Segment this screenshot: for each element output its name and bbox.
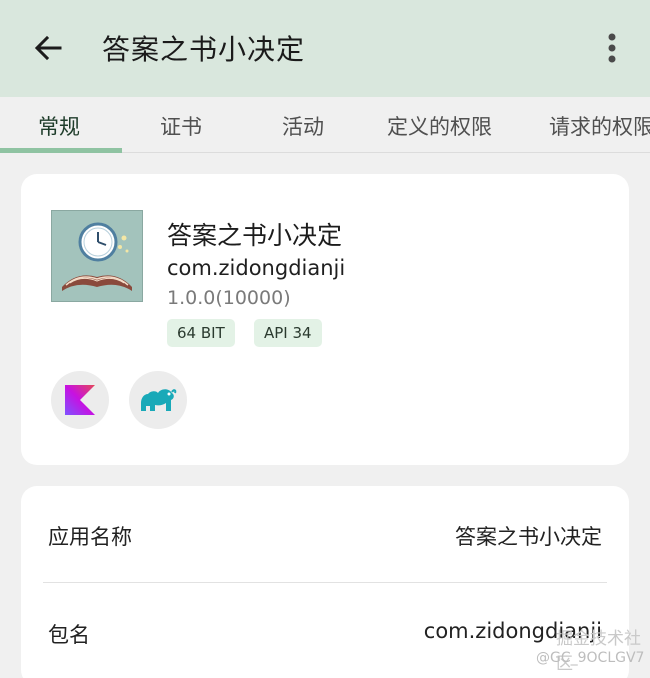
watermark-user: @GC_9OCLGV7 [536, 650, 645, 666]
app-icon [51, 210, 143, 302]
more-vert-icon [608, 33, 616, 63]
package-label: 包名 [48, 623, 90, 647]
package-name: com.zidongdianji [167, 256, 346, 280]
app-name: 答案之书小决定 [167, 221, 343, 250]
gradle-library-button[interactable] [129, 371, 187, 429]
kotlin-icon [65, 385, 95, 415]
gradle-elephant-icon [141, 389, 177, 411]
app-name-value: 答案之书小决定 [455, 525, 602, 549]
kotlin-library-button[interactable] [51, 371, 109, 429]
tab-activities[interactable]: 活动 [282, 97, 324, 154]
more-options-button[interactable] [594, 26, 630, 70]
api-badge: API 34 [254, 319, 322, 347]
watermark-title: 掘金技术社区 [556, 629, 641, 674]
tab-general[interactable]: 常规 [38, 97, 80, 154]
app-version: 1.0.0(10000) [167, 287, 291, 309]
active-tab-indicator [0, 148, 122, 153]
arch-badge: 64 BIT [167, 319, 235, 347]
app-bar: 答案之书小决定 [0, 0, 650, 97]
page-title: 答案之书小决定 [102, 33, 306, 66]
arrow-left-icon [34, 35, 62, 61]
tab-bar: 常规 证书 活动 定义的权限 请求的权限 [0, 97, 650, 154]
app-name-label: 应用名称 [48, 525, 132, 549]
row-divider [43, 582, 607, 583]
tab-requested-permissions[interactable]: 请求的权限 [549, 97, 650, 154]
book-clock-icon [52, 211, 142, 301]
tab-certificates[interactable]: 证书 [160, 97, 202, 154]
back-button[interactable] [26, 26, 70, 70]
tab-defined-permissions[interactable]: 定义的权限 [387, 97, 492, 154]
